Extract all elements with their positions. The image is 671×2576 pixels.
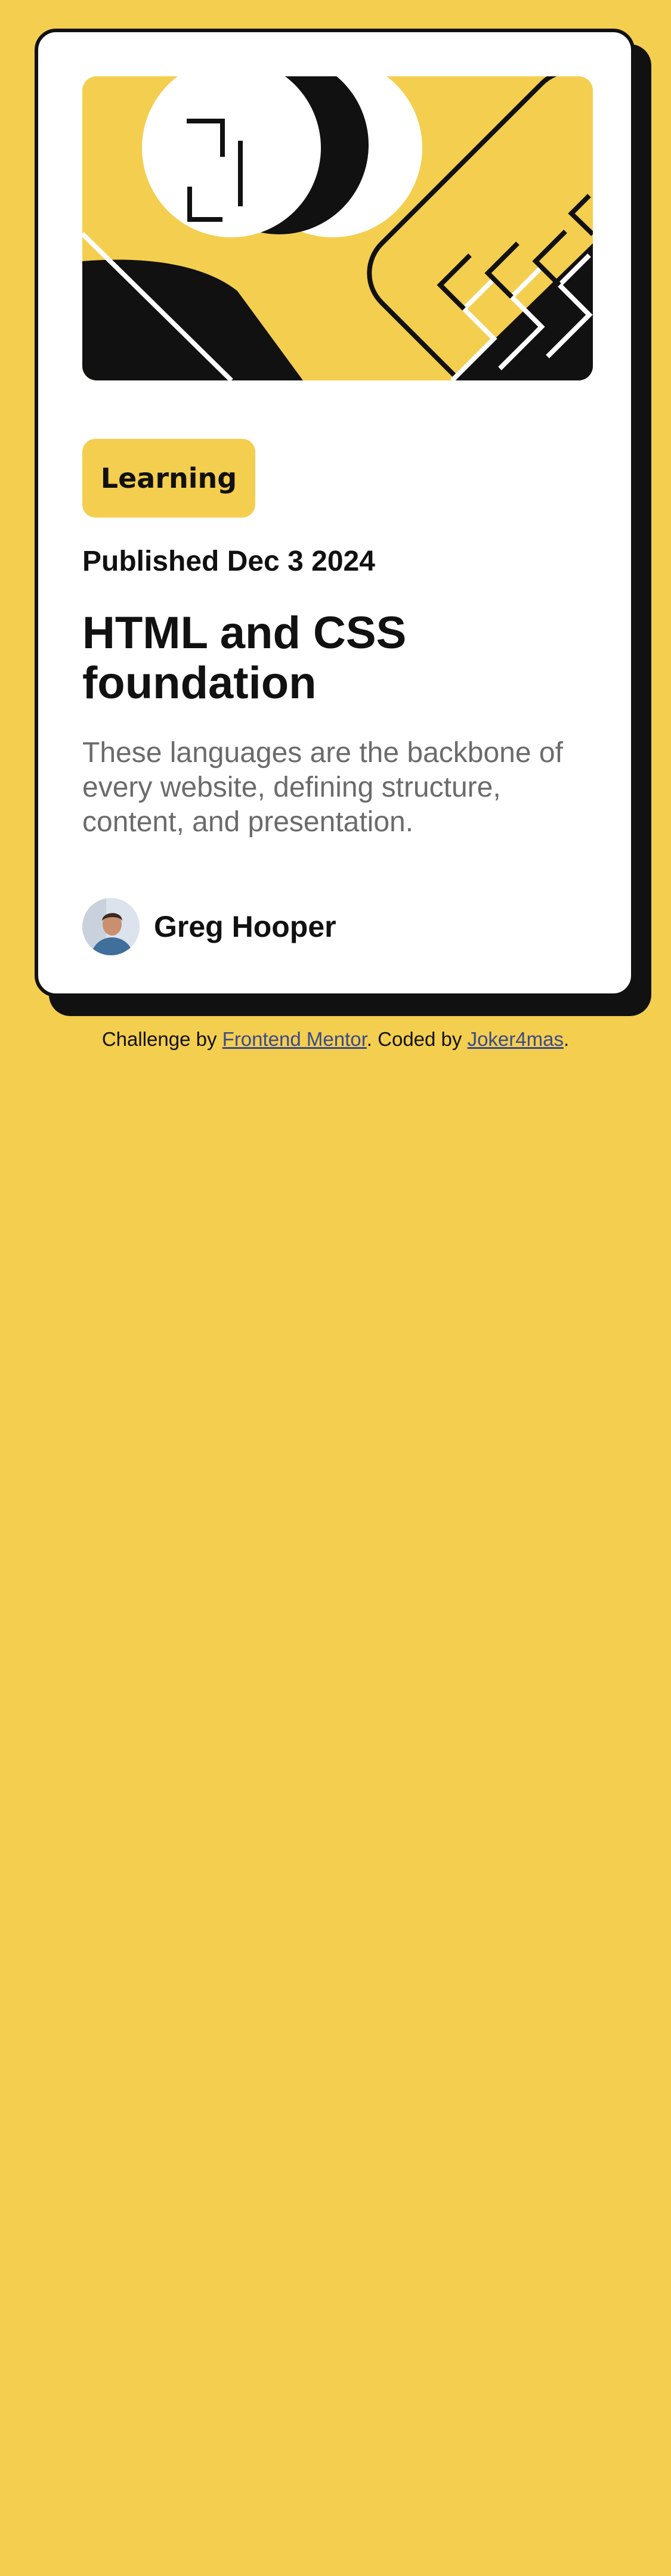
author-avatar-icon — [82, 898, 140, 955]
frontend-mentor-link[interactable]: Frontend Mentor — [222, 1028, 367, 1050]
blog-preview-card: Learning Published Dec 3 2024 HTML and C… — [35, 29, 635, 997]
publish-date: Published Dec 3 2024 — [82, 546, 375, 577]
attribution-middle: . Coded by — [366, 1028, 462, 1050]
attribution-suffix: . — [563, 1028, 570, 1050]
category-tag: Learning — [82, 439, 255, 518]
attribution-prefix: Challenge by — [101, 1028, 217, 1050]
author-link[interactable]: Joker4mas — [468, 1028, 564, 1050]
author: Greg Hooper — [82, 898, 336, 955]
author-name: Greg Hooper — [154, 910, 336, 943]
article-description: These languages are the backbone of ever… — [82, 737, 563, 838]
article-title[interactable]: HTML and CSS foundation — [82, 608, 571, 708]
illustration — [82, 76, 593, 380]
attribution: Challenge by Frontend Mentor. Coded by J… — [0, 1028, 671, 1051]
abstract-illustration-icon — [82, 76, 593, 380]
